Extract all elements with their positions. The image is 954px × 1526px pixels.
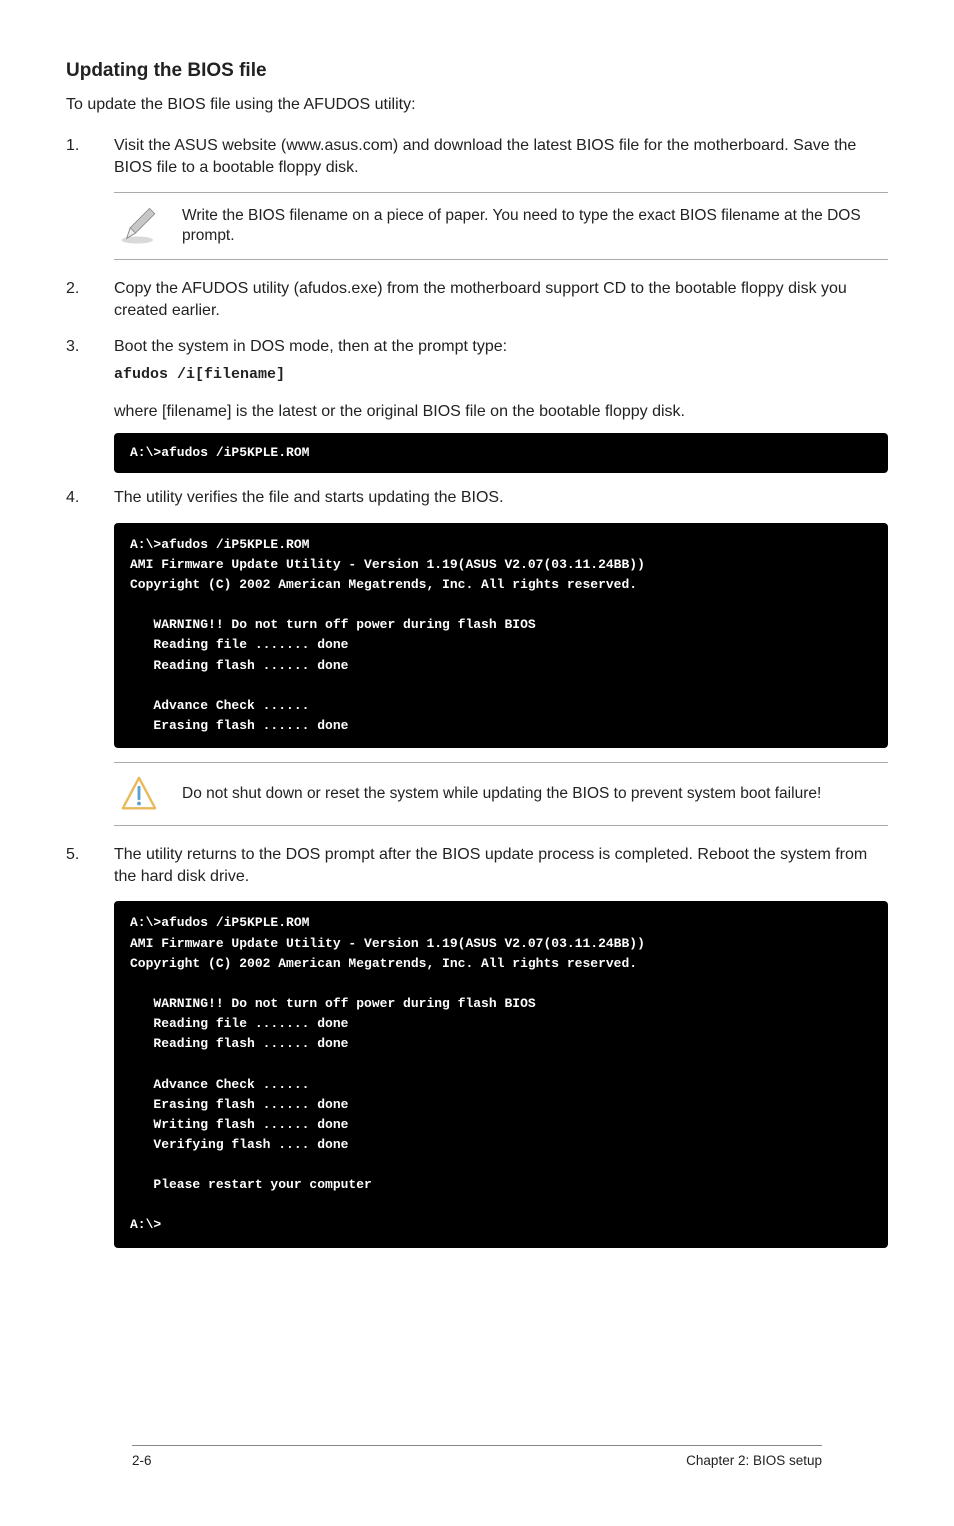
warning-callout: Do not shut down or reset the system whi… [114,762,888,826]
step-number: 3. [66,336,114,386]
step-text: Copy the AFUDOS utility (afudos.exe) fro… [114,278,888,321]
step-number: 5. [66,844,114,887]
step-number: 4. [66,487,114,509]
step-text: Visit the ASUS website (www.asus.com) an… [114,135,888,178]
step-text: Boot the system in DOS mode, then at the… [114,336,888,358]
terminal-output: A:\>afudos /iP5KPLE.ROM AMI Firmware Upd… [114,901,888,1247]
step-sub-text: where [filename] is the latest or the or… [114,401,888,423]
terminal-output: A:\>afudos /iP5KPLE.ROM [114,433,888,473]
intro-text: To update the BIOS file using the AFUDOS… [66,94,888,116]
warning-icon [118,775,160,813]
step-text: The utility returns to the DOS prompt af… [114,844,888,887]
step-text: The utility verifies the file and starts… [114,487,888,509]
page-number: 2-6 [132,1452,152,1470]
pencil-icon [118,205,160,247]
step-number: 2. [66,278,114,321]
chapter-label: Chapter 2: BIOS setup [686,1452,822,1470]
section-heading: Updating the BIOS file [66,58,888,84]
page-footer: 2-6 Chapter 2: BIOS setup [132,1445,822,1470]
command-code: afudos /i[filename] [114,366,285,383]
terminal-output: A:\>afudos /iP5KPLE.ROM AMI Firmware Upd… [114,523,888,748]
warning-text: Do not shut down or reset the system whi… [182,784,884,805]
step-number: 1. [66,135,114,178]
note-callout: Write the BIOS filename on a piece of pa… [114,192,888,260]
note-text: Write the BIOS filename on a piece of pa… [182,206,884,248]
